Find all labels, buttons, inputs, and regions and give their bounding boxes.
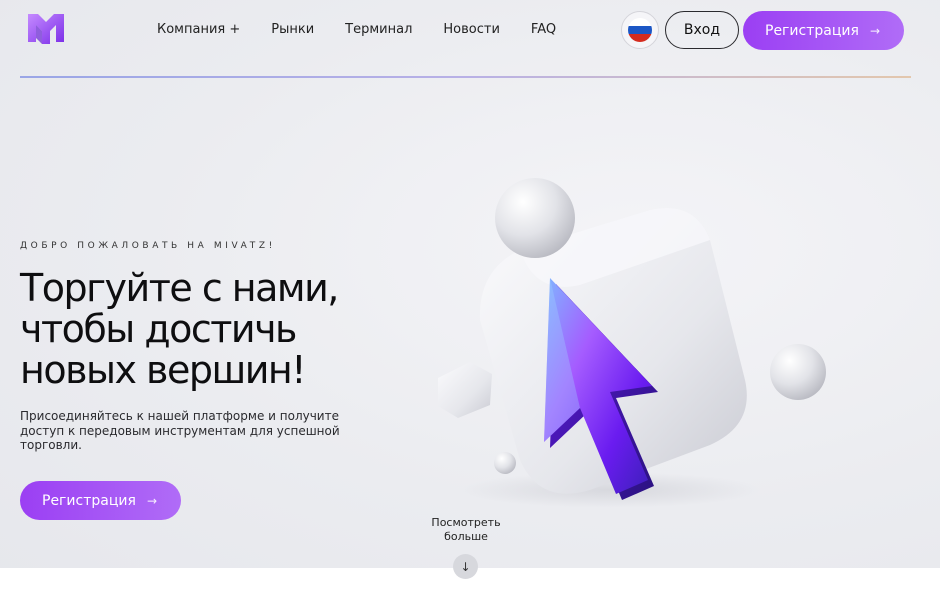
hero-register-button[interactable]: Регистрация →: [20, 481, 181, 520]
hero-cube-cursor-illustration: [438, 178, 826, 508]
page-background: Компания + Рынки Терминал Новости FAQ Вх…: [0, 0, 940, 591]
nav-item-markets[interactable]: Рынки: [271, 22, 314, 37]
hero-title-line-3: новых вершин!: [20, 348, 307, 392]
nav-item-terminal[interactable]: Терминал: [345, 22, 412, 37]
nav-item-faq[interactable]: FAQ: [531, 22, 556, 37]
hero-title: Торгуйте с нами, чтобы достичь новых вер…: [20, 268, 380, 391]
see-more-label[interactable]: Посмотреть больше: [416, 516, 516, 544]
arrow-right-icon: →: [146, 493, 157, 508]
header-register-label: Регистрация: [765, 22, 859, 39]
see-more-line-1: Посмотреть: [431, 516, 501, 529]
header-register-button[interactable]: Регистрация →: [743, 11, 904, 50]
arrow-down-icon: ↓: [460, 559, 471, 574]
login-button[interactable]: Вход: [665, 11, 739, 49]
main-nav: Компания + Рынки Терминал Новости FAQ: [157, 22, 556, 37]
nav-item-company[interactable]: Компания +: [157, 22, 240, 37]
hero-title-line-2: чтобы достичь: [20, 307, 297, 351]
welcome-eyebrow: ДОБРО ПОЖАЛОВАТЬ НА MIVATZ!: [20, 241, 276, 251]
header-divider: [20, 76, 911, 78]
see-more-line-2: больше: [444, 530, 488, 543]
language-selector-button[interactable]: [621, 11, 659, 49]
login-label: Вход: [683, 22, 721, 38]
hero-register-label: Регистрация: [42, 492, 136, 509]
nav-item-news[interactable]: Новости: [443, 22, 500, 37]
mivatz-logo[interactable]: [26, 12, 66, 46]
scroll-down-button[interactable]: ↓: [453, 554, 478, 579]
russia-flag-icon: [628, 18, 652, 42]
hero-description: Присоединяйтесь к нашей платформе и полу…: [20, 409, 340, 452]
arrow-right-icon: →: [869, 23, 880, 38]
hero-title-line-1: Торгуйте с нами,: [20, 266, 339, 310]
